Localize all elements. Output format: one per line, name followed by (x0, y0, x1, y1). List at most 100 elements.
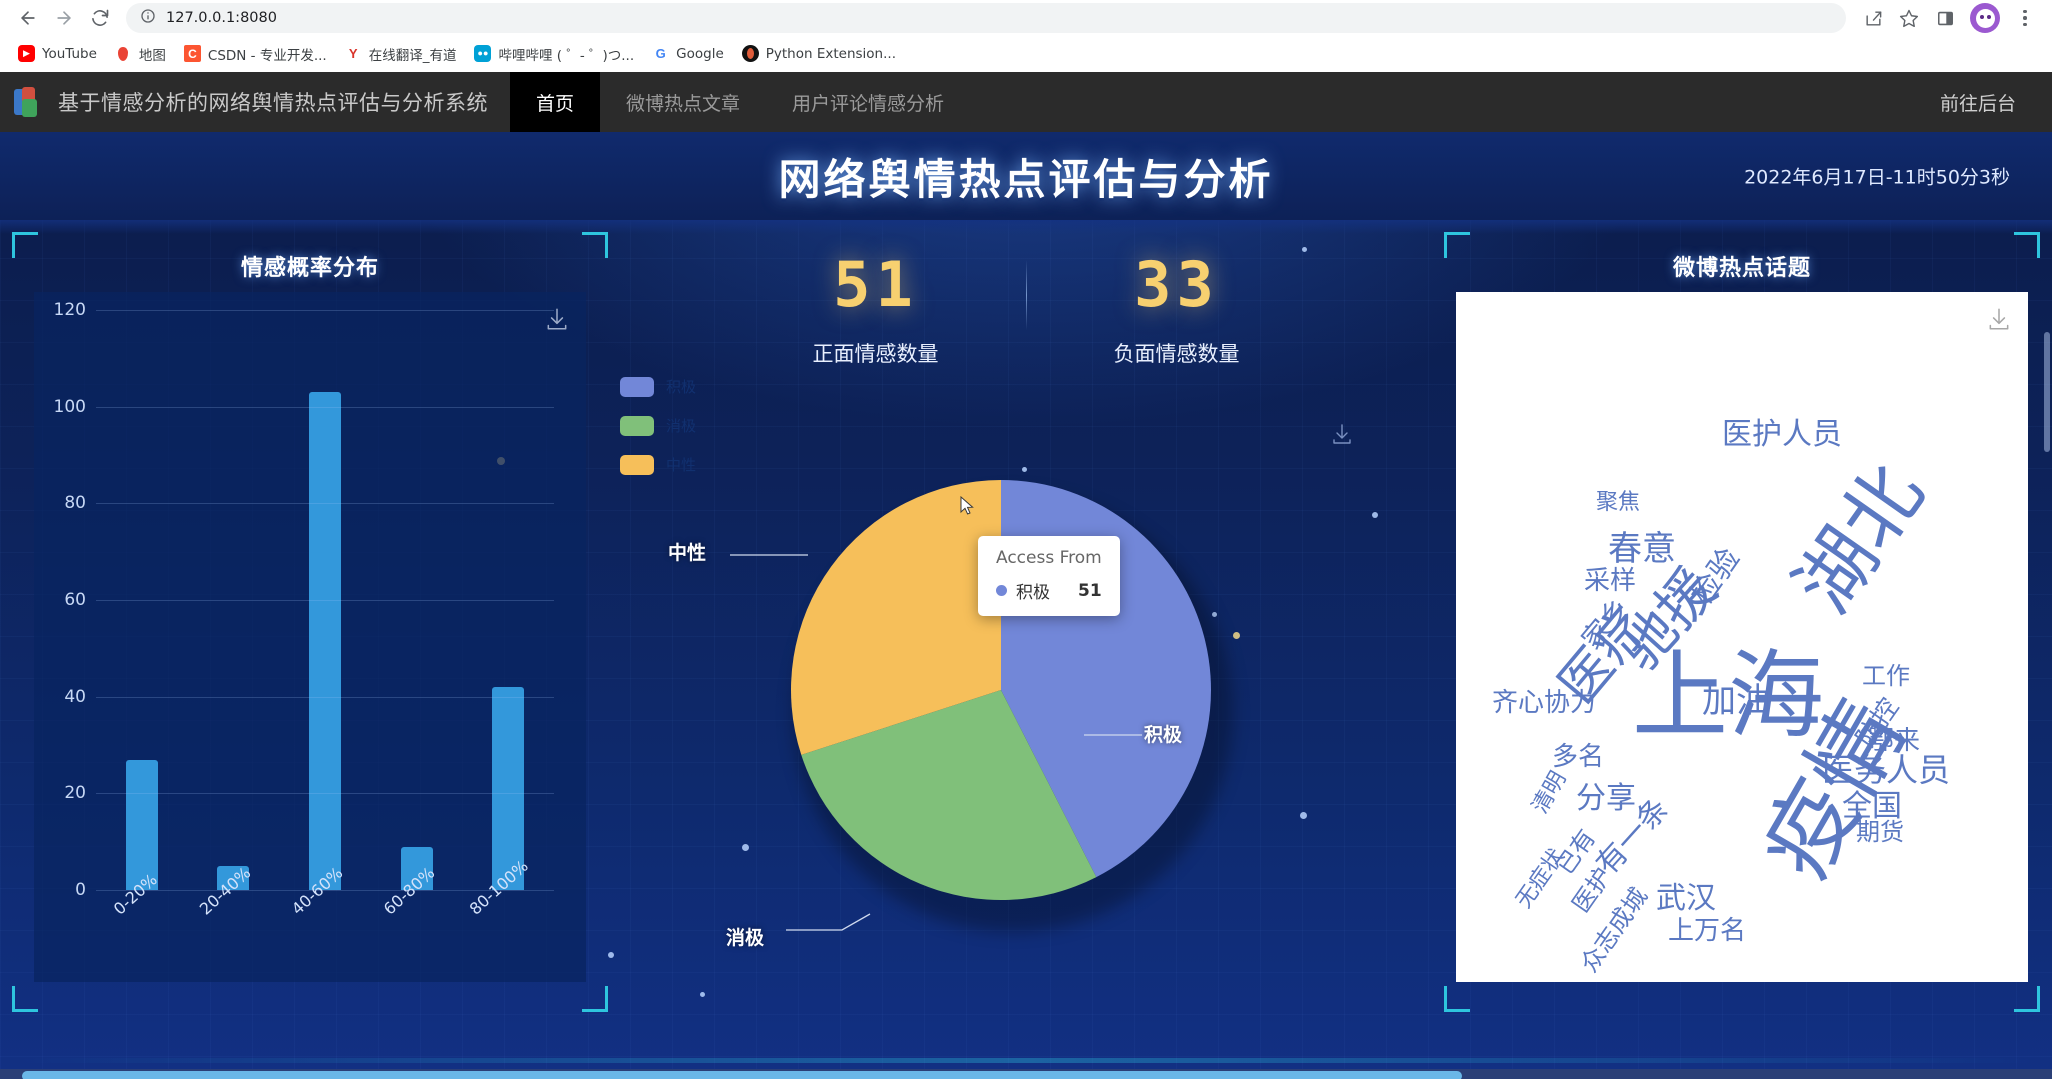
pie-leader-line (1084, 734, 1142, 736)
page-scrollbar-horizontal[interactable] (0, 1069, 2052, 1079)
legend-item-neutral[interactable]: 中性 (620, 454, 696, 475)
wordcloud-container: 上海 疫情 湖北 驰援 医疗 医护人员 加油 医务人员 齐心协力 春意 聚焦 采样 检验 家乡 工作 防控 鄂来… (1456, 292, 2028, 982)
wordcloud-word[interactable]: 医务人员 (1822, 754, 1950, 786)
stat-positive: 51 正面情感数量 (726, 254, 1026, 368)
wordcloud-word[interactable]: 聚焦 (1596, 492, 1640, 514)
wordcloud-word[interactable]: 分享 (1576, 784, 1636, 814)
google-maps-icon (114, 45, 132, 62)
bar-chart-y-tick: 100 (53, 396, 86, 417)
panel-sentiment-probability: 情感概率分布 0-20% 20-40% 40-60% 60-80% 80-100% 02… (12, 232, 608, 1012)
tooltip-series-value: 51 (1078, 580, 1102, 601)
bookmark-csdn[interactable]: C CSDN - 专业开发... (176, 40, 335, 68)
stat-negative: 33 负面情感数量 (1027, 254, 1327, 368)
star-icon[interactable] (1892, 2, 1926, 34)
bookmark-label: CSDN - 专业开发... (207, 47, 327, 64)
panel-title-right: 微博热点话题 (1672, 256, 1811, 281)
app-navbar: 基于情感分析的网络舆情热点评估与分析系统 首页 微博热点文章 用户评论情感分析 … (0, 72, 2052, 132)
scrollbar-thumb[interactable] (2044, 332, 2050, 452)
legend-label: 消极 (666, 417, 697, 435)
tab-user-comment-sentiment[interactable]: 用户评论情感分析 (766, 72, 970, 132)
panel-center: 51 正面情感数量 33 负面情感数量 积极 消极 中性 中性 消极 积极 Ac… (608, 232, 1444, 1079)
panel-corner (1444, 232, 1470, 258)
go-to-admin-link[interactable]: 前往后台 (1904, 72, 2052, 132)
tab-weibo-hot-articles[interactable]: 微博热点文章 (600, 72, 766, 132)
tooltip-title: Access From (996, 548, 1102, 568)
bar-chart-gridline (96, 503, 554, 505)
wordcloud-word[interactable]: 期货 (1856, 820, 1904, 844)
stat-value: 33 (1134, 248, 1219, 321)
stat-value: 51 (833, 248, 918, 321)
wordcloud-word[interactable]: 湖北 (1778, 449, 1941, 628)
address-bar-url: 127.0.0.1:8080 (166, 10, 277, 26)
wordcloud-word[interactable]: 齐心协力 (1492, 690, 1596, 716)
wordcloud-word[interactable]: 无症状 (1511, 845, 1569, 913)
wordcloud-word[interactable]: 武汉 (1656, 884, 1716, 914)
page-scrollbar-vertical[interactable] (2042, 72, 2052, 1079)
app-title: 基于情感分析的网络舆情热点评估与分析系统 (58, 91, 488, 115)
stat-label: 正面情感数量 (812, 342, 939, 366)
bar-chart-bar[interactable] (125, 759, 158, 890)
share-icon[interactable] (1856, 2, 1890, 34)
wordcloud-word[interactable]: 清明 (1528, 767, 1572, 818)
forward-arrow-icon[interactable] (46, 2, 82, 34)
wordcloud-word[interactable]: 上万名 (1668, 918, 1746, 944)
legend-swatch (620, 454, 654, 475)
side-panel-icon[interactable] (1928, 2, 1962, 34)
web-app: 基于情感分析的网络舆情热点评估与分析系统 首页 微博热点文章 用户评论情感分析 … (0, 72, 2052, 1079)
bookmarks-bar: ▶ YouTube 地图 C CSDN - 专业开发... Y 在线翻译_有道 … (0, 36, 2052, 72)
python-extension-icon (741, 45, 759, 62)
legend-label: 中性 (666, 456, 697, 474)
wordcloud-word[interactable]: 加油 (1702, 684, 1770, 718)
bookmark-label: YouTube (42, 45, 97, 62)
chart-tooltip: Access From 积极 51 (978, 536, 1120, 616)
page-title: 网络舆情热点评估与分析 (778, 154, 1274, 204)
bookmark-label: 在线翻译_有道 (368, 47, 457, 64)
download-icon[interactable] (1330, 422, 1354, 451)
panel-corner (12, 232, 38, 258)
panel-weibo-hot-topics: 微博热点话题 上海 疫情 湖北 驰援 医疗 医护人员 加油 医务人员 齐心协力 春意 聚焦 采样 检验家… (1444, 232, 2040, 1012)
panel-corner (582, 986, 608, 1012)
legend-item-positive[interactable]: 积极 (620, 376, 696, 397)
legend-label: 积极 (666, 378, 697, 396)
bar-chart-y-tick: 20 (64, 783, 86, 804)
dashboard-header: 网络舆情热点评估与分析 2022年6月17日-11时50分3秒 (0, 132, 2052, 234)
panel-corner (2014, 232, 2040, 258)
bookmark-youdao[interactable]: Y 在线翻译_有道 (337, 40, 465, 68)
app-brand: 基于情感分析的网络舆情热点评估与分析系统 (0, 72, 510, 132)
bar-chart-gridline (96, 890, 554, 891)
address-bar[interactable]: 127.0.0.1:8080 (126, 3, 1846, 33)
bookmark-python-extension[interactable]: Python Extension... (734, 41, 904, 66)
wordcloud[interactable]: 上海 疫情 湖北 驰援 医疗 医护人员 加油 医务人员 齐心协力 春意 聚焦 采样 检验 家乡 工作 防控 鄂来… (1456, 292, 2028, 982)
bookmark-bilibili[interactable]: ●● 哔哩哔哩 ( ゜- ゜)つ... (466, 40, 642, 68)
timestamp: 2022年6月17日-11时50分3秒 (1744, 166, 2010, 189)
wordcloud-word[interactable]: 医护人员 (1722, 420, 1842, 450)
bar-chart-gridline (96, 696, 554, 698)
panel-corner (1444, 986, 1470, 1012)
bar-chart-gridline (96, 406, 554, 408)
dashboard-body: 情感概率分布 0-20% 20-40% 40-60% 60-80% 80-100% 02… (0, 220, 2052, 1079)
bookmark-maps[interactable]: 地图 (107, 40, 174, 68)
bar-chart: 0-20% 20-40% 40-60% 60-80% 80-100% 0 20 40 60 80… (34, 292, 586, 982)
back-arrow-icon[interactable] (10, 2, 46, 34)
wordcloud-word[interactable]: 春意 (1608, 532, 1676, 566)
bookmark-google[interactable]: G Google (644, 41, 732, 66)
wordcloud-word[interactable]: 采样 (1584, 568, 1636, 594)
bar-chart-y-tick: 120 (53, 300, 86, 320)
pie-leader-line (786, 913, 871, 931)
bookmark-youtube[interactable]: ▶ YouTube (10, 41, 105, 66)
profile-avatar-icon[interactable] (1970, 3, 2000, 33)
scrollbar-thumb[interactable] (22, 1071, 1462, 1079)
bar-chart-y-tick: 0 (75, 880, 86, 900)
pie-label-neutral: 中性 (668, 542, 707, 564)
tooltip-row: 积极 51 (996, 578, 1102, 603)
pie-leader-line (730, 554, 808, 556)
wordcloud-word[interactable]: 鄂来 (1868, 728, 1920, 754)
bar-chart-bar[interactable] (308, 392, 341, 890)
wordcloud-word[interactable]: 工作 (1862, 664, 1910, 688)
wordcloud-word[interactable]: 多名 (1552, 744, 1604, 770)
legend-item-negative[interactable]: 消极 (620, 415, 696, 436)
tab-home[interactable]: 首页 (510, 72, 601, 132)
three-dot-menu-icon[interactable] (2008, 2, 2042, 34)
info-circle-icon[interactable] (140, 8, 156, 29)
reload-icon[interactable] (82, 2, 118, 34)
